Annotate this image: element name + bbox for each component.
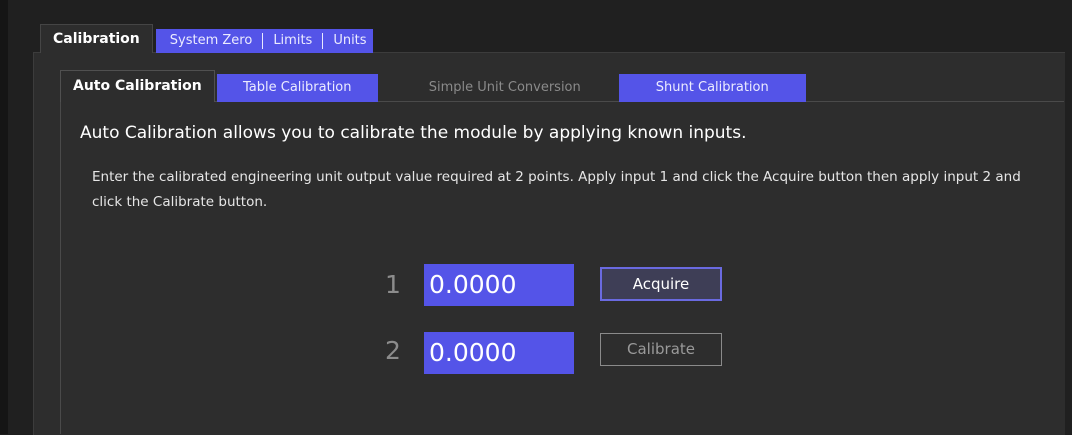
tab-shunt-calibration[interactable]: Shunt Calibration xyxy=(618,74,806,102)
tab-system-zero[interactable]: System Zero xyxy=(170,29,253,53)
outer-tab-bar: Calibration System Zero Limits Units xyxy=(40,24,373,53)
tab-calibration[interactable]: Calibration xyxy=(40,24,153,53)
page-heading: Auto Calibration allows you to calibrate… xyxy=(80,123,747,143)
tab-units[interactable]: Units xyxy=(333,29,366,53)
window-left-edge xyxy=(0,0,8,434)
tab-table-calibration[interactable]: Table Calibration xyxy=(216,74,378,102)
inner-tab-bar: Auto Calibration Table Calibration Simpl… xyxy=(60,69,806,102)
tab-separator xyxy=(262,33,264,49)
outer-tab-group: System Zero Limits Units xyxy=(155,29,373,53)
tab-simple-unit-conversion[interactable]: Simple Unit Conversion xyxy=(405,74,605,102)
tab-separator xyxy=(322,33,324,49)
tab-limits[interactable]: Limits xyxy=(273,29,312,53)
tab-auto-calibration[interactable]: Auto Calibration xyxy=(60,70,215,102)
point-2-label: 2 xyxy=(385,336,401,365)
point-2-value-input[interactable]: 0.0000 xyxy=(424,332,574,374)
acquire-button[interactable]: Acquire xyxy=(600,267,722,301)
calibrate-button[interactable]: Calibrate xyxy=(600,333,722,366)
point-1-label: 1 xyxy=(385,270,401,299)
instructions-text: Enter the calibrated engineering unit ou… xyxy=(92,169,1021,210)
point-1-value-input[interactable]: 0.0000 xyxy=(424,264,574,306)
